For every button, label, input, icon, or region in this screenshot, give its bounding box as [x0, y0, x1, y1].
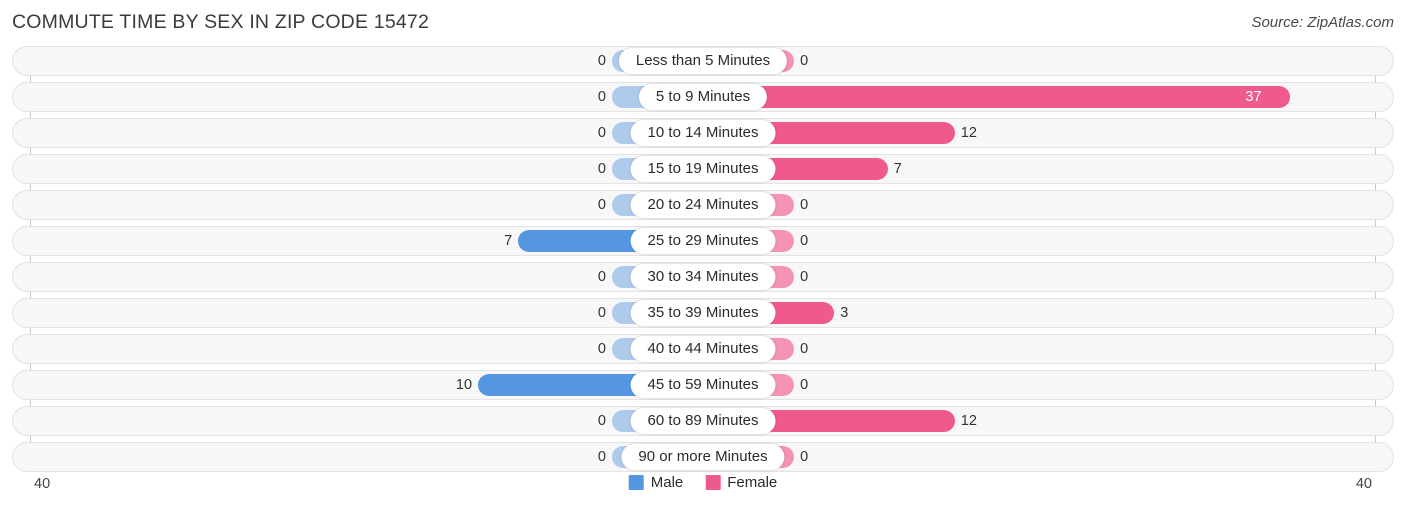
- bar-value-male: 0: [597, 449, 606, 465]
- bar-category-label: 60 to 89 Minutes: [630, 408, 776, 434]
- chart-plot-area: 0 0 Less than 5 Minutes 0 37 5 to 9 Minutes 0 1…: [12, 46, 1394, 474]
- bar-value-male: 0: [597, 413, 606, 429]
- bar-value-male: 0: [597, 125, 606, 141]
- bar-value-female: 12: [960, 125, 977, 141]
- bar-row: 10 0 45 to 59 Minutes: [12, 370, 1394, 400]
- legend-item-male[interactable]: Male: [628, 474, 684, 491]
- bar-value-female: 0: [800, 377, 809, 393]
- page-title: COMMUTE TIME BY SEX IN ZIP CODE 15472: [12, 11, 430, 33]
- chart-footer: 40 40 Male Female: [12, 474, 1394, 514]
- bar-value-male: 7: [504, 233, 513, 249]
- legend-item-female[interactable]: Female: [705, 474, 777, 491]
- bar-row: 0 3 35 to 39 Minutes: [12, 298, 1394, 328]
- legend-swatch-male-icon: [628, 475, 644, 490]
- bar-value-male: 0: [597, 161, 606, 177]
- bar-female: [703, 86, 1290, 108]
- bar-value-female: 0: [800, 449, 809, 465]
- bar-value-male: 10: [455, 377, 473, 393]
- chart-header: COMMUTE TIME BY SEX IN ZIP CODE 15472 So…: [0, 0, 1406, 46]
- bar-value-female: 37: [1245, 89, 1262, 105]
- bar-row: 0 12 10 to 14 Minutes: [12, 118, 1394, 148]
- axis-tick-left: 40: [34, 476, 51, 492]
- bar-rows: 0 0 Less than 5 Minutes 0 37 5 to 9 Minutes 0 1…: [12, 46, 1394, 472]
- bar-row: 0 7 15 to 19 Minutes: [12, 154, 1394, 184]
- bar-value-male: 0: [597, 89, 606, 105]
- bar-value-male: 0: [597, 305, 606, 321]
- bar-value-female: 0: [800, 53, 809, 69]
- bar-value-female: 7: [893, 161, 902, 177]
- bar-value-female: 0: [800, 197, 809, 213]
- bar-category-label: 15 to 19 Minutes: [630, 156, 776, 182]
- bar-value-female: 0: [800, 233, 809, 249]
- bar-category-label: 40 to 44 Minutes: [630, 336, 776, 362]
- bar-category-label: 20 to 24 Minutes: [630, 192, 776, 218]
- bar-row: 0 0 90 or more Minutes: [12, 442, 1394, 472]
- bar-category-label: 25 to 29 Minutes: [630, 228, 776, 254]
- bar-row: 7 0 25 to 29 Minutes: [12, 226, 1394, 256]
- bar-category-label: 10 to 14 Minutes: [630, 120, 776, 146]
- bar-value-male: 0: [597, 197, 606, 213]
- bar-value-male: 0: [597, 53, 606, 69]
- chart-legend: Male Female: [628, 474, 777, 491]
- legend-label-male: Male: [650, 474, 684, 491]
- bar-value-female: 3: [840, 305, 849, 321]
- legend-swatch-female-icon: [705, 475, 721, 490]
- bar-category-label: 5 to 9 Minutes: [638, 84, 768, 110]
- bar-category-label: 35 to 39 Minutes: [630, 300, 776, 326]
- axis-tick-right: 40: [1355, 476, 1372, 492]
- bar-category-label: 45 to 59 Minutes: [630, 372, 776, 398]
- bar-category-label: 90 or more Minutes: [621, 444, 785, 470]
- bar-value-female: 0: [800, 269, 809, 285]
- bar-row: 0 0 20 to 24 Minutes: [12, 190, 1394, 220]
- source-attribution: Source: ZipAtlas.com: [1251, 14, 1394, 31]
- bar-value-male: 0: [597, 269, 606, 285]
- bar-row: 0 37 5 to 9 Minutes: [12, 82, 1394, 112]
- bar-row: 0 0 40 to 44 Minutes: [12, 334, 1394, 364]
- bar-value-female: 12: [960, 413, 977, 429]
- bar-row: 0 12 60 to 89 Minutes: [12, 406, 1394, 436]
- bar-category-label: 30 to 34 Minutes: [630, 264, 776, 290]
- legend-label-female: Female: [727, 474, 778, 491]
- bar-value-female: 0: [800, 341, 809, 357]
- bar-row: 0 0 Less than 5 Minutes: [12, 46, 1394, 76]
- bar-value-male: 0: [597, 341, 606, 357]
- bar-category-label: Less than 5 Minutes: [618, 48, 788, 74]
- bar-row: 0 0 30 to 34 Minutes: [12, 262, 1394, 292]
